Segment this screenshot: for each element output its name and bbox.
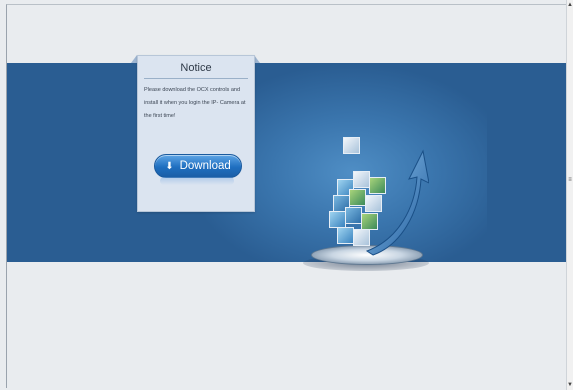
scroll-down-arrow-icon[interactable]: ▼ [567,380,573,390]
media-cube [329,211,346,228]
media-cube [353,229,370,246]
download-button[interactable]: ⬇ Download [154,154,242,178]
vertical-scrollbar[interactable]: ▲ ≡ ▼ [566,0,573,390]
hero-banner [7,63,568,271]
media-cube [349,189,366,206]
media-cube [365,195,382,212]
media-cube [337,227,354,244]
scroll-grip-icon[interactable]: ≡ [568,176,572,184]
media-cube [369,177,386,194]
download-arrow-icon: ⬇ [165,161,174,172]
media-cube [343,137,360,154]
media-cubes-graphic [303,133,437,273]
page-viewport: Notice Please download the OCX controls … [6,4,568,388]
scroll-up-arrow-icon[interactable]: ▲ [567,0,573,10]
download-button-label: Download [179,160,231,172]
notice-title: Notice [180,62,212,74]
media-cube [353,171,370,188]
notice-message: Please download the OCX controls and ins… [144,87,246,119]
download-button-reflection [160,177,234,185]
notice-panel: Notice Please download the OCX controls … [137,55,255,212]
media-cube [361,213,378,230]
notice-divider [144,78,248,79]
media-cube [345,207,362,224]
